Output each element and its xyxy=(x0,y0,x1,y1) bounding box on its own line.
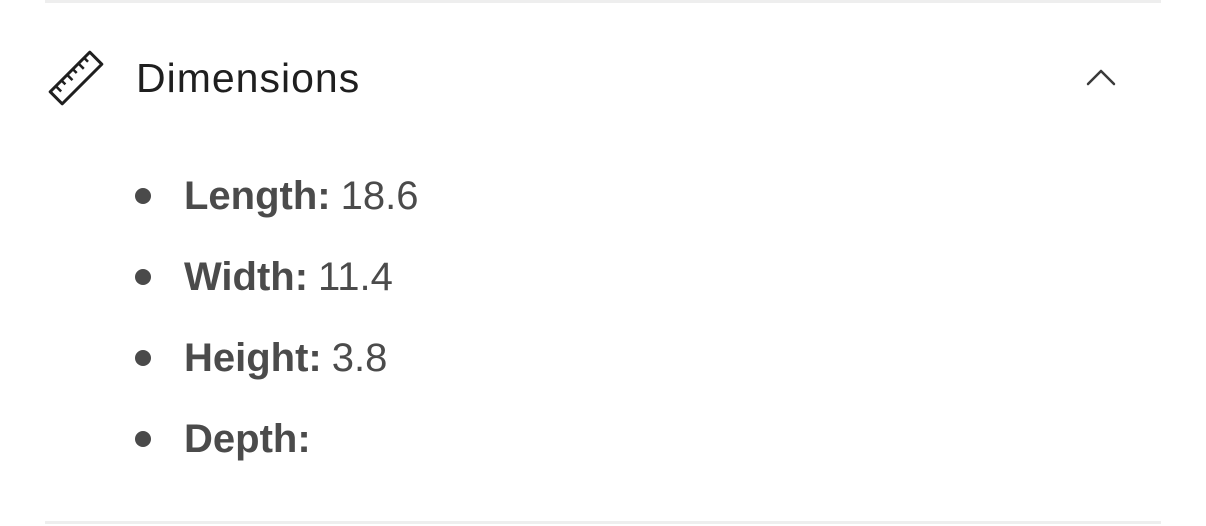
dimension-text: Depth: xyxy=(184,414,321,464)
dimension-text: Length: 18.6 xyxy=(184,171,418,221)
chevron-up-icon[interactable] xyxy=(1085,66,1117,90)
bullet xyxy=(135,188,151,204)
ruler-icon xyxy=(45,47,107,109)
bullet xyxy=(135,350,151,366)
section-title: Dimensions xyxy=(136,55,361,101)
top-divider xyxy=(45,0,1161,3)
bullet xyxy=(135,431,151,447)
dimension-text: Height: 3.8 xyxy=(184,333,387,383)
bullet xyxy=(135,269,151,285)
dimension-value: 3.8 xyxy=(331,336,388,380)
dimension-text: Width: 11.4 xyxy=(184,252,393,302)
dimension-label: Width: xyxy=(184,255,309,299)
dimension-value: 11.4 xyxy=(318,255,393,299)
bottom-divider xyxy=(45,521,1161,524)
dimensions-accordion-header[interactable]: Dimensions xyxy=(45,38,1161,118)
dimension-label: Length: xyxy=(184,174,331,218)
dimension-label: Height: xyxy=(184,336,322,380)
dimension-label: Depth: xyxy=(184,417,311,461)
dimension-value: 18.6 xyxy=(340,174,419,218)
